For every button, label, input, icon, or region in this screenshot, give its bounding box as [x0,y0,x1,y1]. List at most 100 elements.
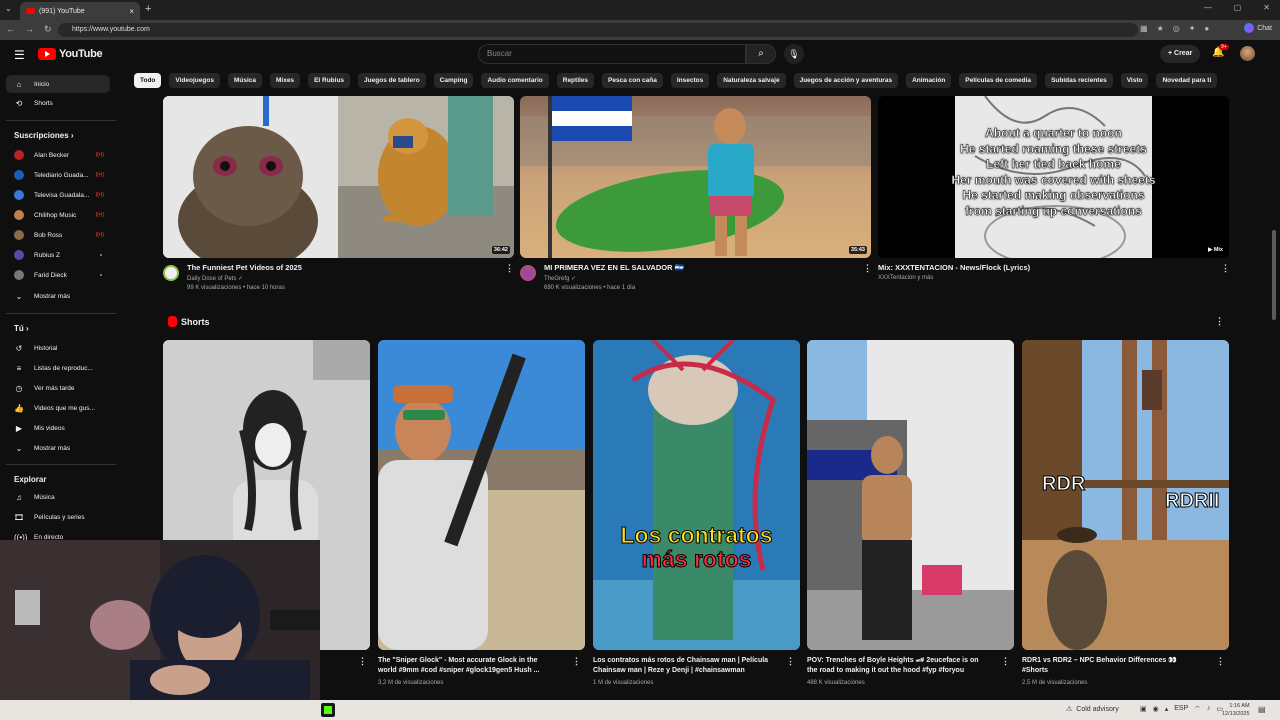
chip[interactable]: Juegos de tablero [358,73,426,88]
video-title[interactable]: The Funniest Pet Videos of 2025 [187,263,302,272]
weather-widget[interactable]: ⚠ Cold advisory [1066,705,1119,714]
video-thumbnail[interactable]: About a quarter to noon He started roamin… [878,96,1229,258]
chip[interactable]: Novedad para ti [1156,73,1218,88]
sidebar-item[interactable]: ◷ Ver más tarde [6,379,110,397]
chip[interactable]: Todo [134,73,162,88]
profile-icon[interactable]: ● [1204,24,1209,33]
notification-center-icon[interactable]: ▤ [1258,705,1266,714]
extension-icon[interactable]: ▦ [1140,24,1148,33]
chip[interactable]: Reptiles [556,73,595,88]
channel-avatar[interactable] [520,265,536,281]
search-button[interactable]: ⌕ [746,44,776,64]
chip[interactable]: Videojuegos [169,73,220,88]
channel-avatar[interactable] [163,265,179,281]
browser-tab[interactable]: (991) YouTube × [20,2,140,20]
more-options-icon[interactable]: ⋮ [1221,263,1230,274]
sidebar-item-subscription[interactable]: Rubius Z [6,246,110,264]
chip[interactable]: Pesca con caña [602,73,663,88]
chip[interactable]: Animación [906,73,952,88]
puzzle-icon[interactable]: ✦ [1189,24,1196,33]
sidebar-item-subscription[interactable]: Farid Dieck [6,266,110,284]
more-options-icon[interactable]: ⋮ [572,656,581,667]
video-channel[interactable]: Daily Dose of Pets ✓ [187,275,243,282]
chat-button[interactable]: Chat [1244,23,1272,33]
subscriptions-header[interactable]: Suscripciones › [14,131,74,140]
forward-icon[interactable]: → [25,24,34,35]
video-thumbnail[interactable]: 35:43 [520,96,871,258]
sidebar-item-subscription[interactable]: Televisa Guadala... ((•)) [6,186,110,204]
new-tab-button[interactable]: + [145,3,151,15]
chip[interactable]: Mixes [269,73,301,88]
sidebar-item[interactable]: ♫ Música [6,488,110,506]
chip[interactable]: El Rubius [308,73,351,88]
short-thumbnail[interactable] [807,340,1014,650]
chip[interactable]: Películas de comedia [959,73,1038,88]
voice-search-button[interactable]: 🎙 [784,44,804,64]
volume-icon[interactable]: ♪ [1207,705,1211,714]
sidebar-item-subscription[interactable]: Chilihop Music ((•)) [6,206,110,224]
short-thumbnail[interactable]: Los contratos más rotos [593,340,800,650]
tray-app-icon[interactable]: ◉ [1153,705,1159,714]
tab-close-icon[interactable]: × [129,7,134,16]
notifications-button[interactable]: 🔔 9+ [1212,44,1229,58]
short-title[interactable]: RDR1 vs RDR2 – NPC Behavior Differences … [1022,656,1202,676]
chip[interactable]: Camping [433,73,474,88]
show-more-subs[interactable]: ⌄ Mostrar más [6,287,110,305]
sidebar-item-subscription[interactable]: Telediario Guada... ((•)) [6,166,110,184]
more-options-icon[interactable]: ⋮ [505,263,514,274]
chip[interactable]: Juegos de acción y aventuras [793,73,899,88]
more-options-icon[interactable]: ⋮ [863,263,872,274]
reload-icon[interactable]: ↻ [44,24,52,35]
chip[interactable]: Naturaleza salvaje [717,73,786,88]
short-title[interactable]: Los contratos más rotos de Chainsaw man … [593,656,773,676]
short-title[interactable]: POV: Trenches of Boyle Heights 🏎 2eucefa… [807,656,987,676]
kick-app-icon[interactable] [321,703,335,717]
search-input[interactable]: Buscar [478,44,746,64]
more-options-icon[interactable]: ⋮ [358,656,367,667]
chip[interactable]: Visto [1120,73,1149,88]
create-button[interactable]: + Crear [1160,45,1201,63]
url-field[interactable]: https://www.youtube.com [58,23,1138,37]
sidebar-item-shorts[interactable]: ⟲ Shorts [6,94,110,112]
tab-menu-icon[interactable]: ⌄ [5,4,12,13]
tray-lang[interactable]: ESP [1174,705,1188,714]
clock[interactable]: 1:16 AM 12/13/2025 [1222,702,1250,718]
more-options-icon[interactable]: ⋮ [1215,316,1224,327]
chip[interactable]: Audio comentario [481,73,549,88]
sidebar-item[interactable]: 👍 Videos que me gus... [6,399,110,417]
sidebar-item-inicio[interactable]: ⌂ Inicio [6,75,110,93]
chip[interactable]: Insectos [670,73,710,88]
more-options-icon[interactable]: ⋮ [786,656,795,667]
close-window-button[interactable]: ✕ [1263,3,1270,12]
short-thumbnail[interactable]: RDR RDRII [1022,340,1229,650]
video-channel[interactable]: TheGrefg ✓ [544,275,576,282]
sidebar-item-subscription[interactable]: Alan Becker ((•)) [6,146,110,164]
star-icon[interactable]: ★ [1157,24,1164,33]
maximize-button[interactable]: ▢ [1234,3,1242,12]
minimize-button[interactable]: — [1204,3,1212,12]
video-title[interactable]: Mix: XXXTENTACION - News/Flock (Lyrics) [878,263,1030,272]
back-icon[interactable]: ← [6,24,15,35]
page-scrollbar[interactable] [1272,230,1276,320]
menu-icon[interactable]: ☰ [14,48,25,62]
sidebar-item[interactable]: ≡ Listas de reproduc... [6,359,110,377]
wifi-icon[interactable]: ⌔ [1194,705,1201,714]
you-header[interactable]: Tú › [14,324,29,333]
more-options-icon[interactable]: ⋮ [1216,656,1225,667]
youtube-logo[interactable]: YouTube [38,48,103,60]
video-thumbnail[interactable]: 36:42 [163,96,514,258]
short-thumbnail[interactable] [378,340,585,650]
video-title[interactable]: MI PRIMERA VEZ EN EL SALVADOR 🇸🇻 [544,263,684,272]
short-title[interactable]: The "Sniper Glock" - Most accurate Glock… [378,656,558,676]
tray-app-icon[interactable]: ▣ [1140,705,1147,714]
sidebar-item[interactable]: 🎞 Películas y series [6,508,110,526]
chip[interactable]: Subidas recientes [1045,73,1113,88]
show-more-you[interactable]: ⌄ Mostrar más [6,439,110,457]
sidebar-item[interactable]: ↺ Historial [6,339,110,357]
video-channel[interactable]: XXXTentacion y más [878,275,933,281]
sidebar-item[interactable]: ▶ Mis videos [6,419,110,437]
extension-icon[interactable]: ◎ [1173,24,1180,33]
sidebar-item-subscription[interactable]: Bob Ross ((•)) [6,226,110,244]
chip[interactable]: Música [227,73,262,88]
tray-app-icon[interactable]: ▴ [1165,705,1169,714]
